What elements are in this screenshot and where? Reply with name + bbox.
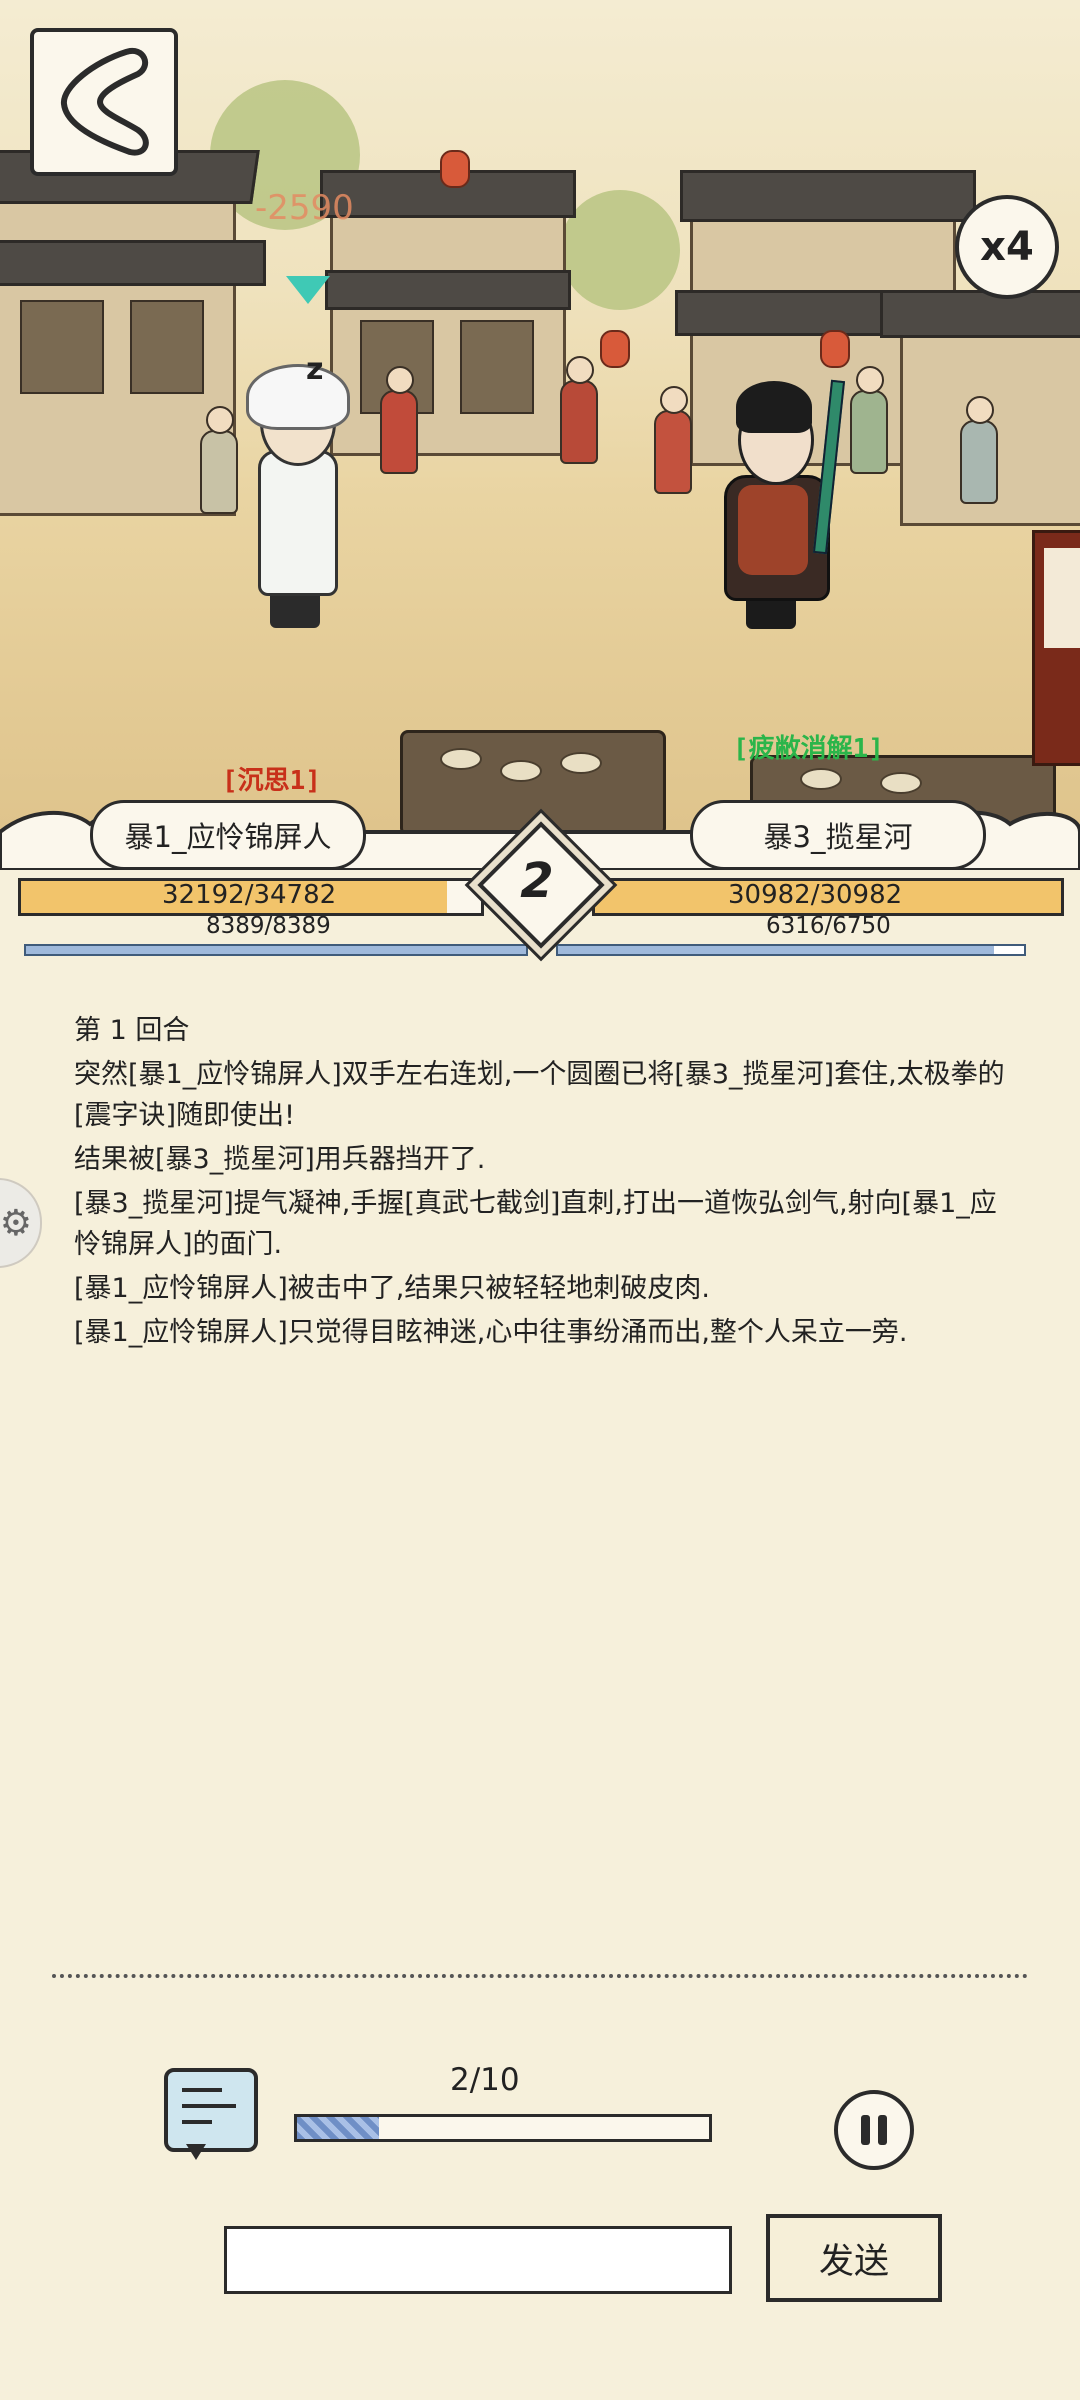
send-button[interactable]: 发送: [766, 2214, 942, 2302]
mp-fill-right: [558, 946, 995, 954]
log-line: 突然[暴1_应怜锦屏人]双手左右连划,一个圆圈已将[暴3_揽星河]套住,太极拳的…: [74, 1059, 1005, 1131]
pause-icon: [861, 2115, 870, 2145]
tree: [560, 190, 680, 310]
roof: [680, 170, 976, 222]
hero-name-right: 暴3_揽星河: [763, 820, 913, 854]
mp-bar-right: [556, 944, 1026, 956]
progress-label: 2/10: [450, 2062, 520, 2098]
lantern: [820, 330, 850, 368]
damage-popup: -2590: [255, 188, 354, 228]
npc: [960, 396, 998, 504]
chat-button[interactable]: [164, 2068, 258, 2160]
npc: [850, 366, 888, 474]
log-line: [暴1_应怜锦屏人]被击中了,结果只被轻轻地刺破皮肉.: [74, 1273, 710, 1304]
speed-button[interactable]: x4: [955, 195, 1059, 299]
chat-input[interactable]: [224, 2226, 732, 2294]
npc: [380, 366, 418, 474]
npc: [560, 356, 598, 464]
chat-icon-line: [182, 2104, 236, 2108]
roof: [0, 240, 266, 286]
log-line: 结果被[暴3_揽星河]用兵器挡开了.: [74, 1144, 486, 1175]
roof: [880, 290, 1080, 338]
back-arrow-icon: [61, 47, 149, 156]
hero-name-left: 暴1_应怜锦屏人: [124, 820, 332, 854]
window: [460, 320, 534, 414]
progress-bar: [294, 2114, 712, 2142]
window: [20, 300, 104, 394]
mp-bar-left: [24, 944, 528, 956]
lantern: [600, 330, 630, 368]
chat-icon: [182, 2088, 222, 2092]
pause-icon-bar: [878, 2115, 887, 2145]
round-number: 2: [520, 853, 554, 909]
mp-fill-left: [26, 946, 526, 954]
chat-icon-line: [182, 2120, 212, 2124]
hp-value-right: 30982/30982: [728, 880, 903, 910]
gear-icon[interactable]: ⚙: [0, 1178, 42, 1268]
hero-robe-pattern: [738, 485, 808, 575]
log-line: [暴3_揽星河]提气凝神,手握[真武七截剑]直刺,打出一道恢弘剑气,射向[暴1_…: [74, 1188, 997, 1260]
hp-value-left: 32192/34782: [162, 880, 337, 910]
dish: [440, 748, 482, 770]
log-line: [暴1_应怜锦屏人]只觉得目眩神迷,心中往事纷涌而出,整个人呆立一旁.: [74, 1317, 908, 1348]
hero-left[interactable]: [240, 364, 350, 630]
combat-log: 第 1 回合 突然[暴1_应怜锦屏人]双手左右连划,一个圆圈已将[暴3_揽星河]…: [74, 1010, 1014, 1356]
npc: [200, 406, 238, 514]
divider: [52, 1974, 1028, 1978]
mp-value-right: 6316/6750: [766, 913, 891, 939]
progress-fill: [297, 2117, 380, 2139]
log-line: 第 1 回合: [74, 1015, 190, 1046]
hero-robe: [258, 450, 338, 596]
hero-hair: [736, 381, 812, 433]
lantern: [440, 150, 470, 188]
mp-value-left: 8389/8389: [206, 913, 331, 939]
dish: [500, 760, 542, 782]
roof: [325, 270, 571, 310]
name-plate-right: 暴3_揽星河: [690, 800, 986, 870]
target-marker-icon: [286, 276, 330, 304]
pause-button[interactable]: [834, 2090, 914, 2170]
speed-x4-icon: x4: [980, 224, 1034, 270]
status-tag-right: [疲敝消解1]: [733, 734, 884, 764]
name-plate-left: 暴1_应怜锦屏人: [90, 800, 366, 870]
dish: [560, 752, 602, 774]
window: [130, 300, 204, 394]
sleep-z-icon: z: [306, 352, 324, 387]
npc: [654, 386, 692, 494]
hero-hair: [246, 364, 350, 430]
back-button[interactable]: [30, 28, 178, 176]
shop-banner-sign: [1044, 548, 1080, 648]
